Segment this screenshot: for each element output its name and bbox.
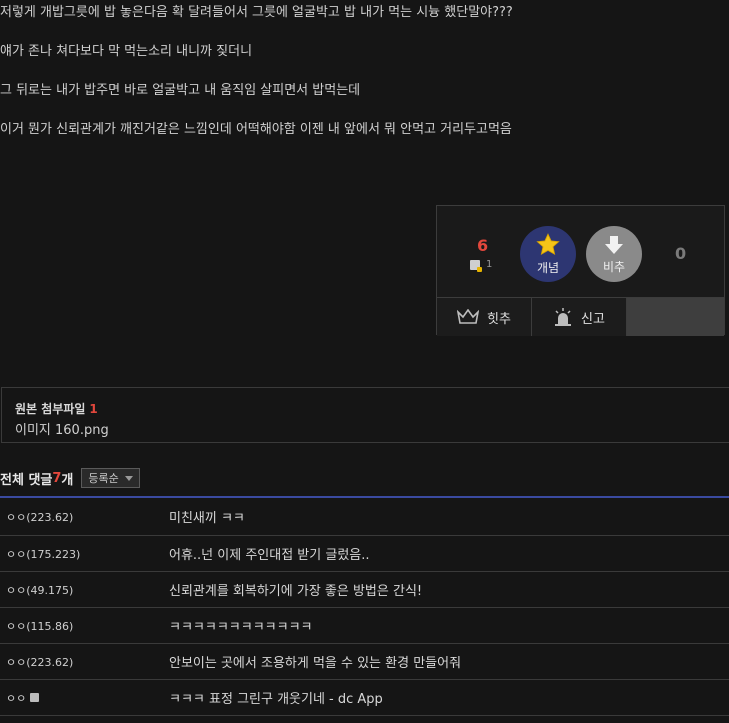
vote-actions: 힛추 신고: [437, 297, 724, 336]
comments-label: 전체 댓글: [0, 472, 53, 488]
comment-row: ㅇㅇ(115.86) ㅋㅋㅋㅋㅋㅋㅋㅋㅋㅋㅋㅋ: [0, 608, 729, 644]
post-line: 얘가 존나 쳐다보다 막 먹는소리 내니까 짖더니: [0, 44, 253, 59]
arrow-down-icon: [605, 236, 623, 254]
downvote-button[interactable]: 비추: [586, 226, 642, 282]
post-line: 그 뒤로는 내가 밥주면 바로 얼굴박고 내 움직임 살피면서 밥먹는데: [0, 83, 361, 98]
star-icon: [536, 233, 560, 255]
attachment-title: 원본 첨부파일 1: [15, 400, 98, 417]
chevron-down-icon: [124, 475, 133, 481]
hit-recommend-label: 힛추: [487, 311, 511, 327]
app-icon: [30, 693, 40, 702]
comment-text: 미친새끼 ㅋㅋ: [169, 511, 245, 526]
vote-actions-filler: [627, 298, 724, 336]
attachment-title-text: 원본 첨부파일: [15, 402, 86, 416]
comment-row: ㅇㅇ(223.62) 안보이는 곳에서 조용하게 먹을 수 있는 환경 만들어줘: [0, 644, 729, 680]
comments-count: 7: [52, 470, 62, 486]
comments-header: 전체 댓글 7 개 등록순: [0, 466, 140, 490]
downvote-count: 0: [675, 244, 687, 263]
comment-text: ㅋㅋㅋㅋㅋㅋㅋㅋㅋㅋㅋㅋ: [169, 620, 313, 635]
comment-text: 어휴..넌 이제 주인대접 받기 글렀음..: [169, 548, 370, 563]
downvote-label: 비추: [602, 260, 626, 274]
crown-icon: [457, 309, 480, 324]
comment-row: ㅇㅇ(49.175) 신뢰관계를 회복하기에 가장 좋은 방법은 간식!: [0, 572, 729, 608]
comment-nick[interactable]: ㅇㅇ: [6, 680, 40, 715]
comment-nick[interactable]: ㅇㅇ(223.62): [6, 644, 73, 679]
upvote-button[interactable]: 개념: [520, 226, 576, 282]
post-line: 저렇게 개밥그릇에 밥 놓은다음 확 달려들어서 그릇에 얼굴박고 밥 내가 먹…: [0, 5, 513, 20]
attachment-file-link[interactable]: 이미지 160.png: [15, 419, 109, 438]
fixed-vote-info: 1: [470, 259, 493, 272]
comment-nick-text: ㅇㅇ: [6, 691, 27, 705]
report-button[interactable]: 신고: [532, 298, 627, 336]
hit-recommend-button[interactable]: 힛추: [437, 298, 532, 336]
comments-unit: 개: [61, 472, 74, 488]
comment-row: ㅇㅇ(223.62) 미친새끼 ㅋㅋ: [0, 498, 729, 536]
upvote-count: 6: [477, 236, 489, 255]
comment-nick[interactable]: ㅇㅇ(223.62): [6, 498, 73, 535]
attachment-box: 원본 첨부파일 1 이미지 160.png: [1, 387, 729, 443]
comment-nick[interactable]: ㅇㅇ(49.175): [6, 572, 73, 607]
comment-list: ㅇㅇ(223.62) 미친새끼 ㅋㅋ ㅇㅇ(175.223) 어휴..넌 이제 …: [0, 498, 729, 716]
siren-icon: [555, 308, 572, 326]
fixed-user-icon: [470, 259, 482, 272]
comment-sort-select[interactable]: 등록순: [81, 468, 140, 488]
comment-text: 신뢰관계를 회복하기에 가장 좋은 방법은 간식!: [169, 584, 423, 599]
attachment-count: 1: [89, 402, 98, 416]
comment-text: ㅋㅋㅋ 표정 그린구 개웃기네 - dc App: [169, 692, 383, 707]
comment-nick[interactable]: ㅇㅇ(115.86): [6, 608, 73, 643]
upvote-label: 개념: [536, 261, 560, 275]
post-line: 이거 뭔가 신뢰관계가 깨진거같은 느낌인데 어떡해야함 이젠 내 앞에서 뭐 …: [0, 122, 512, 137]
vote-box: 6 1 개념 비추 0 힛추 신고: [436, 205, 725, 336]
report-label: 신고: [581, 311, 605, 327]
comment-row: ㅇㅇ ㅋㅋㅋ 표정 그린구 개웃기네 - dc App: [0, 680, 729, 716]
comment-nick[interactable]: ㅇㅇ(175.223): [6, 536, 80, 571]
comment-sort-value: 등록순: [88, 472, 119, 485]
comment-row: ㅇㅇ(175.223) 어휴..넌 이제 주인대접 받기 글렀음..: [0, 536, 729, 572]
fixed-vote-count: 1: [486, 259, 493, 270]
comment-text: 안보이는 곳에서 조용하게 먹을 수 있는 환경 만들어줘: [169, 656, 462, 671]
